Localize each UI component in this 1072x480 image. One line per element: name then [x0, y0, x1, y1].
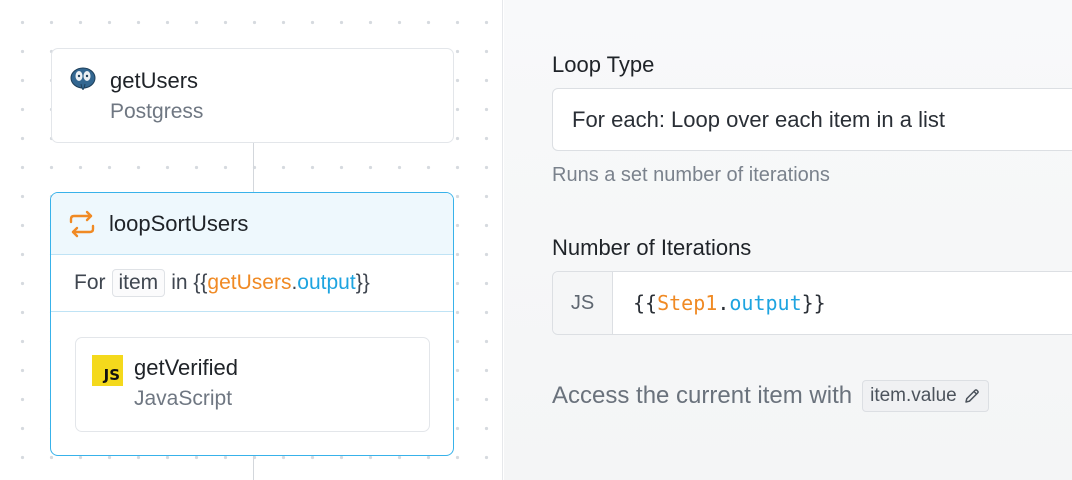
loop-type-select[interactable]: For each: Loop over each item in a list [552, 88, 1072, 151]
access-hint: Access the current item with item.value [552, 380, 989, 412]
iterations-label: Number of Iterations [552, 235, 752, 260]
node-title: getUsers [110, 68, 199, 93]
iterations-code-input[interactable]: JS {{Step1.output}} [552, 271, 1072, 335]
item-value-chip[interactable]: item.value [862, 380, 989, 412]
code-open: {{ [633, 291, 658, 315]
code-value[interactable]: {{Step1.output}} [633, 291, 826, 315]
loop-expression: For item in {{getUsers. output}} [51, 255, 453, 312]
node-getusers[interactable]: getUsers Postgress [51, 48, 454, 143]
loop-title: loopSortUsers [109, 211, 249, 236]
settings-panel: Loop Type For each: Loop over each item … [504, 0, 1072, 480]
for-keyword: For [74, 271, 106, 294]
node-getverified[interactable]: JS getVerified JavaScript [75, 337, 430, 432]
loop-arrows-icon [69, 210, 95, 238]
loop-type-label: Loop Type [552, 52, 655, 77]
loop-header[interactable]: loopSortUsers [51, 193, 453, 255]
loop-type-helper: Runs a set number of iterations [552, 164, 830, 186]
access-text: Access the current item with [552, 382, 853, 409]
javascript-icon: JS [92, 355, 123, 386]
item-value-label: item.value [870, 385, 957, 406]
pencil-icon[interactable] [963, 387, 981, 405]
node-subtitle: Postgress [110, 100, 204, 123]
postgres-elephant-icon [70, 67, 96, 90]
loop-node[interactable]: loopSortUsers For item in {{getUsers. out… [50, 192, 454, 456]
source-step: getUsers [207, 271, 292, 294]
source-prop: output [297, 271, 356, 294]
js-prefix: JS [553, 272, 613, 334]
workflow-canvas[interactable]: getUsers Postgress loopSortUsers For ite… [0, 0, 503, 480]
close-brace: }} [355, 271, 370, 294]
in-keyword: in [171, 271, 188, 294]
code-step: Step1 [657, 291, 718, 315]
code-prop: output [729, 291, 802, 315]
node-title: getVerified [134, 355, 238, 380]
node-subtitle: JavaScript [134, 387, 233, 410]
item-variable-chip[interactable]: item [111, 269, 166, 297]
open-brace: {{ [193, 271, 208, 294]
connector-line [253, 143, 254, 193]
code-dot: . [717, 291, 730, 315]
code-close: }} [801, 291, 826, 315]
connector-line [253, 455, 254, 480]
